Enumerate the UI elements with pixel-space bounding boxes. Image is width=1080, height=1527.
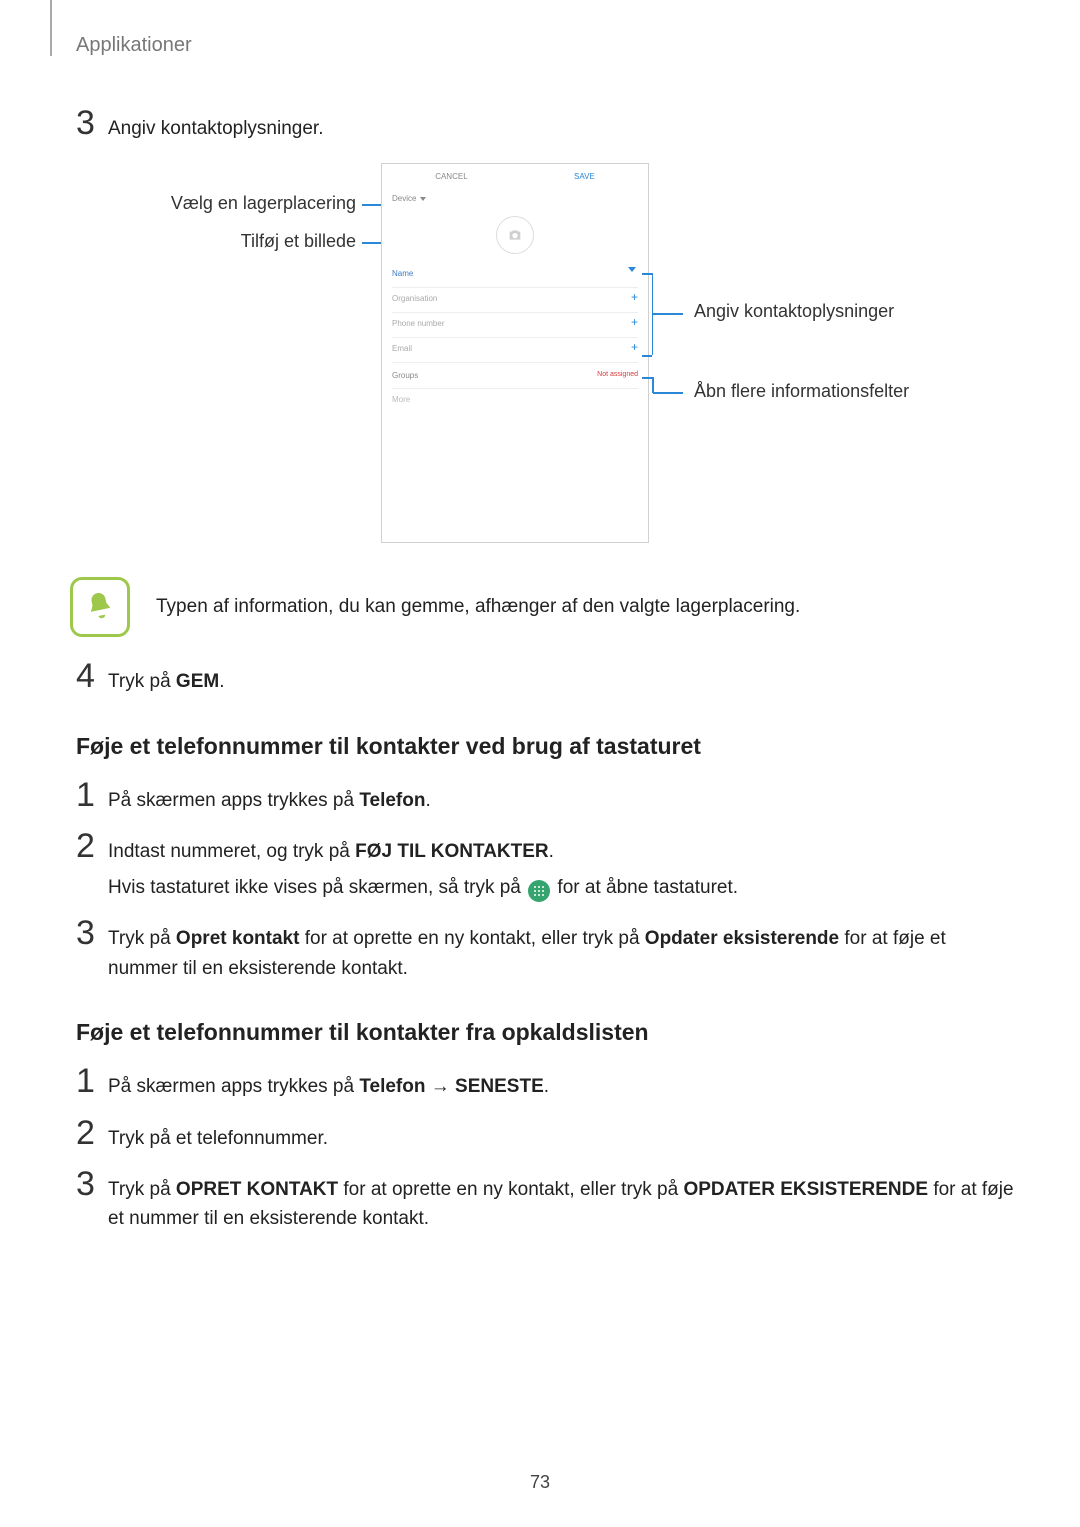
sec1-step2: 2 Indtast nummeret, og tryk på FØJ TIL K… bbox=[76, 829, 1020, 902]
phone-mock: CANCEL SAVE Device Name Organisation+ Ph… bbox=[381, 163, 649, 543]
subheading-keypad: Føje et telefonnummer til kontakter ved … bbox=[76, 733, 1080, 760]
step-text: Indtast nummeret, og tryk på FØJ TIL KON… bbox=[108, 829, 738, 902]
leader bbox=[653, 392, 683, 394]
subheading-recent: Føje et telefonnummer til kontakter fra … bbox=[76, 1019, 1080, 1046]
sec2-step2: 2 Tryk på et telefonnummer. bbox=[76, 1116, 1020, 1153]
save-label: SAVE bbox=[574, 172, 595, 181]
step-text: På skærmen apps trykkes på Telefon → SEN… bbox=[108, 1064, 549, 1101]
leader bbox=[652, 377, 654, 393]
step-number: 3 bbox=[76, 916, 108, 950]
email-field: Email+ bbox=[392, 338, 638, 363]
leader bbox=[642, 377, 652, 379]
groups-field: GroupsNot assigned bbox=[392, 363, 638, 389]
callout-add-image: Tilføj et billede bbox=[108, 231, 356, 252]
keypad-icon bbox=[528, 880, 550, 902]
sec1-step3: 3 Tryk på Opret kontakt for at oprette e… bbox=[76, 916, 1020, 983]
note: Typen af information, du kan gemme, afhæ… bbox=[70, 577, 1080, 637]
sec2-step3: 3 Tryk på OPRET KONTAKT for at oprette e… bbox=[76, 1167, 1020, 1234]
camera-icon bbox=[496, 216, 534, 254]
step-text: Tryk på Opret kontakt for at oprette en … bbox=[108, 916, 1020, 983]
callout-enter-info: Angiv kontaktoplysninger bbox=[694, 301, 894, 322]
callout-storage: Vælg en lagerplacering bbox=[108, 193, 356, 214]
step-4: 4 Tryk på GEM. bbox=[76, 659, 1020, 696]
contact-editor-diagram: Vælg en lagerplacering Tilføj et billede… bbox=[0, 163, 1080, 553]
manual-page: Applikationer 3 Angiv kontaktoplysninger… bbox=[0, 0, 1080, 1527]
step-text: Tryk på OPRET KONTAKT for at oprette en … bbox=[108, 1167, 1020, 1234]
cancel-label: CANCEL bbox=[435, 172, 467, 181]
step-number: 1 bbox=[76, 778, 108, 812]
step-number: 4 bbox=[76, 659, 108, 693]
sec2-step1: 1 På skærmen apps trykkes på Telefon → S… bbox=[76, 1064, 1020, 1101]
callout-more-fields: Åbn flere informationsfelter bbox=[694, 381, 909, 402]
step-number: 3 bbox=[76, 106, 108, 140]
step-3: 3 Angiv kontaktoplysninger. bbox=[76, 106, 1020, 143]
image-row bbox=[382, 207, 648, 263]
leader bbox=[642, 273, 652, 275]
step-number: 1 bbox=[76, 1064, 108, 1098]
leader bbox=[653, 313, 683, 315]
plus-icon: + bbox=[631, 315, 638, 329]
plus-icon: + bbox=[631, 290, 638, 304]
sec1-step1: 1 På skærmen apps trykkes på Telefon. bbox=[76, 778, 1020, 815]
device-dropdown: Device bbox=[392, 194, 648, 203]
step-number: 2 bbox=[76, 1116, 108, 1150]
page-side-rule bbox=[50, 0, 52, 56]
section-header: Applikationer bbox=[76, 34, 192, 57]
not-assigned-label: Not assigned bbox=[597, 371, 638, 378]
org-field: Organisation+ bbox=[392, 288, 638, 313]
phone-field: Phone number+ bbox=[392, 313, 638, 338]
leader bbox=[642, 355, 652, 357]
step-text: Tryk på GEM. bbox=[108, 659, 224, 696]
step-text: På skærmen apps trykkes på Telefon. bbox=[108, 778, 431, 815]
step-number: 3 bbox=[76, 1167, 108, 1201]
name-field: Name bbox=[392, 263, 638, 288]
page-number: 73 bbox=[0, 1472, 1080, 1493]
bell-icon bbox=[70, 577, 130, 637]
chevron-down-icon bbox=[628, 267, 636, 272]
step-number: 2 bbox=[76, 829, 108, 863]
step-text: Angiv kontaktoplysninger. bbox=[108, 106, 323, 143]
note-text: Typen af information, du kan gemme, afhæ… bbox=[156, 596, 800, 618]
step-text: Tryk på et telefonnummer. bbox=[108, 1116, 328, 1153]
plus-icon: + bbox=[631, 340, 638, 354]
more-field: More bbox=[392, 395, 638, 404]
phone-header: CANCEL SAVE bbox=[382, 164, 648, 188]
